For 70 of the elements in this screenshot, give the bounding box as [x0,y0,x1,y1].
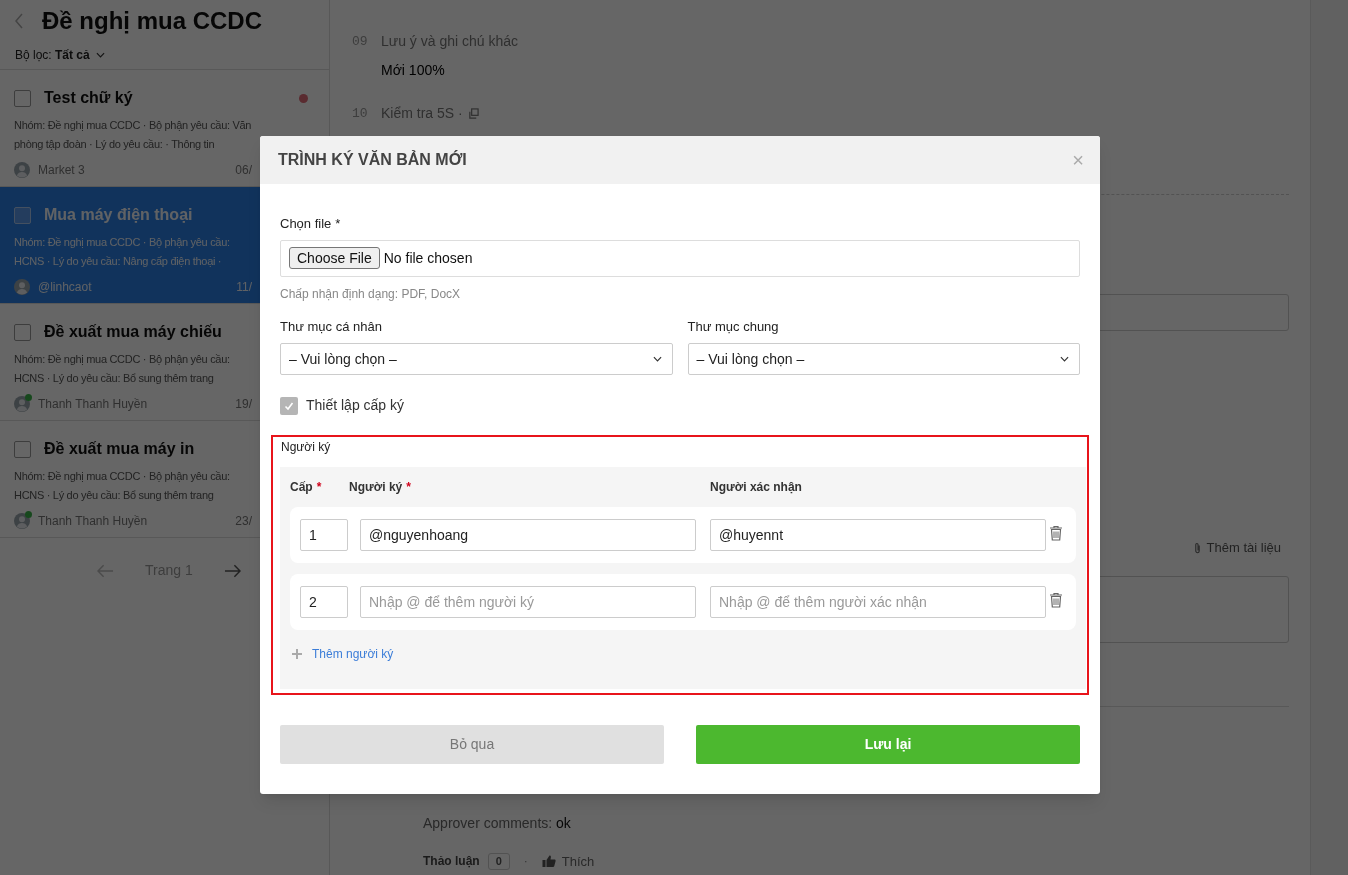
item-description: HCNS · Lý do yêu cầu: Bổ sung thêm trang [14,371,214,386]
checkbox[interactable] [14,323,31,341]
file-status: No file chosen [383,248,473,268]
item-description: HCNS · Lý do yêu cầu: Nâng cấp điện thoại · [14,254,222,269]
format-hint: Chấp nhận định dạng: PDF, DocX [280,285,462,303]
page-title: Đề nghị mua CCDC [42,6,262,36]
checkbox[interactable] [14,440,31,458]
checkbox[interactable] [14,89,31,107]
item-description: Nhóm: Đề nghị mua CCDC · Bộ phận yêu cầu: [14,469,230,484]
trash-icon[interactable] [1049,592,1063,608]
close-button[interactable]: × [1072,150,1084,170]
item-description: phòng tập đoàn · Lý do yêu cầu: · Thông tin [14,137,215,152]
file-field[interactable]: Choose File No file chosen [280,239,1080,277]
check-icon [284,400,294,411]
input-field[interactable]: 2 [300,586,348,618]
avatar-icon [14,396,30,412]
item-description: Nhóm: Đề nghị mua CCDC · Bộ phận yêu cầu: [14,235,230,250]
thumbs-up-icon[interactable] [541,855,556,868]
field-label: Thư mục cá nhân [280,317,383,336]
input-field[interactable]: @nguyenhoang [360,519,696,551]
item-date: 11/ [236,279,252,296]
discussion-label: Thảo luận [423,853,480,871]
avatar-icon [14,513,30,529]
caret-icon[interactable] [95,51,105,58]
avatar-icon [14,162,30,178]
item-title: Test chữ ký [44,88,133,108]
filter-dropdown[interactable]: Bộ lọc: Tất cả [15,45,90,64]
input-field[interactable]: @huyennt [710,519,1046,551]
discussion-count: 0 [487,852,510,870]
column-header: Người xác nhận [710,479,802,496]
choose-file-button[interactable]: Choose File [289,247,380,269]
like-button[interactable]: Thích [561,851,595,871]
section-title: Người ký [280,439,332,456]
add-document-link[interactable]: Thêm tài liệu [1206,538,1281,558]
item-description: Nhóm: Đề nghị mua CCDC · Bộ phận yêu cầu: Văn [14,118,252,133]
next-arrow-icon[interactable] [223,563,241,578]
dialog-title: TRÌNH KÝ VĂN BẢN MỚI [278,149,467,170]
copy-icon[interactable] [467,108,479,119]
checkbox-label: Thiết lập cấp ký [306,396,405,415]
paperclip-icon[interactable] [1193,541,1201,554]
caret-icon [1060,356,1069,362]
skip-button[interactable]: Bỏ qua [280,725,664,764]
item-description: HCNS · Lý do yêu cầu: Bổ sung thêm trang [14,488,214,503]
column-header: Người ký * [349,479,412,496]
back-icon[interactable] [14,13,24,29]
input-field[interactable]: Nhập @ để thêm người xác nhận [710,586,1046,618]
trash-icon[interactable] [1049,525,1063,541]
field-label: Thư mục chung [687,317,780,336]
input-field[interactable]: Nhập @ để thêm người ký [360,586,696,618]
save-button[interactable]: Lưu lại [696,725,1080,764]
author-name: @linhcaot [38,279,92,296]
checkbox[interactable] [14,206,31,224]
field-label: Chọn file * [280,215,342,233]
item-title: Đề xuất mua máy in [44,439,195,459]
item-title: Đề xuất mua máy chiếu [44,322,222,342]
item-description: Nhóm: Đề nghị mua CCDC · Bộ phận yêu cầu: [14,352,230,367]
select-field[interactable]: – Vui lòng chọn – [280,343,673,375]
column-header: Cấp * [290,479,323,496]
plus-icon[interactable] [292,649,302,659]
avatar-icon [14,279,30,295]
list-item[interactable]: Mua máy điện thoại Nhóm: Đề nghị mua CCDC · Bộ phận yêu cầu: HCNS · Lý do yêu cầu: Nâng cấp điện thoại · @linhcaot 11/ [0,187,260,303]
input-field[interactable]: 1 [300,519,348,551]
field-value: Mới 100% [381,61,446,80]
add-signer-link[interactable]: Thêm người ký [312,645,394,663]
approver-comment: Approver comments: ok [423,813,572,833]
caret-icon [652,356,662,362]
separator-dot: · [523,853,528,871]
item-title: Mua máy điện thoại [44,205,193,225]
previous-arrow-icon[interactable] [97,563,114,578]
select-field[interactable]: – Vui lòng chọn – [687,343,1080,375]
